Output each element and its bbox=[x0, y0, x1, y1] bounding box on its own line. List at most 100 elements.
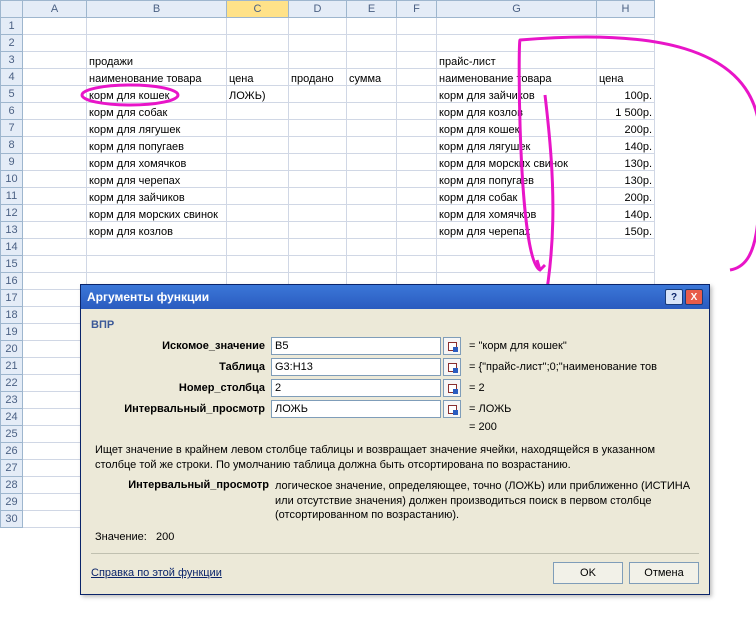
cell-A7[interactable] bbox=[23, 120, 87, 137]
arg2-ref-button[interactable] bbox=[443, 358, 461, 376]
cell-E6[interactable] bbox=[347, 103, 397, 120]
cell-A18[interactable] bbox=[23, 307, 87, 324]
cell-B6[interactable]: корм для собак bbox=[87, 103, 227, 120]
cell-D13[interactable] bbox=[289, 222, 347, 239]
cell-B15[interactable] bbox=[87, 256, 227, 273]
cell-C15[interactable] bbox=[227, 256, 289, 273]
col-header-H[interactable]: H bbox=[597, 1, 655, 18]
cell-A2[interactable] bbox=[23, 35, 87, 52]
col-header-F[interactable]: F bbox=[397, 1, 437, 18]
arg3-ref-button[interactable] bbox=[443, 379, 461, 397]
row-header-29[interactable]: 29 bbox=[1, 494, 23, 511]
cell-F6[interactable] bbox=[397, 103, 437, 120]
cell-G12[interactable]: корм для хомячков bbox=[437, 205, 597, 222]
cell-A13[interactable] bbox=[23, 222, 87, 239]
row-header-26[interactable]: 26 bbox=[1, 443, 23, 460]
cell-G5[interactable]: корм для зайчиков bbox=[437, 86, 597, 103]
select-all-corner[interactable] bbox=[1, 1, 23, 18]
cell-C13[interactable] bbox=[227, 222, 289, 239]
cell-A17[interactable] bbox=[23, 290, 87, 307]
row-header-10[interactable]: 10 bbox=[1, 171, 23, 188]
arg4-input[interactable] bbox=[271, 400, 441, 418]
cell-D10[interactable] bbox=[289, 171, 347, 188]
cell-H9[interactable]: 130р. bbox=[597, 154, 655, 171]
row-header-21[interactable]: 21 bbox=[1, 358, 23, 375]
row-header-5[interactable]: 5 bbox=[1, 86, 23, 103]
cell-D14[interactable] bbox=[289, 239, 347, 256]
row-header-7[interactable]: 7 bbox=[1, 120, 23, 137]
cell-A25[interactable] bbox=[23, 426, 87, 443]
cell-G15[interactable] bbox=[437, 256, 597, 273]
cell-D4[interactable]: продано bbox=[289, 69, 347, 86]
cell-F15[interactable] bbox=[397, 256, 437, 273]
cell-A6[interactable] bbox=[23, 103, 87, 120]
cell-A15[interactable] bbox=[23, 256, 87, 273]
cell-G3[interactable]: прайс-лист bbox=[437, 52, 597, 69]
cell-D1[interactable] bbox=[289, 18, 347, 35]
cell-D15[interactable] bbox=[289, 256, 347, 273]
arg1-input[interactable] bbox=[271, 337, 441, 355]
cell-E10[interactable] bbox=[347, 171, 397, 188]
cell-G9[interactable]: корм для морских свинок bbox=[437, 154, 597, 171]
cell-E7[interactable] bbox=[347, 120, 397, 137]
cell-C10[interactable] bbox=[227, 171, 289, 188]
cell-G14[interactable] bbox=[437, 239, 597, 256]
row-header-25[interactable]: 25 bbox=[1, 426, 23, 443]
cell-H3[interactable] bbox=[597, 52, 655, 69]
cell-E2[interactable] bbox=[347, 35, 397, 52]
row-header-14[interactable]: 14 bbox=[1, 239, 23, 256]
cell-F7[interactable] bbox=[397, 120, 437, 137]
cell-B12[interactable]: корм для морских свинок bbox=[87, 205, 227, 222]
cell-B5[interactable]: корм для кошек bbox=[87, 86, 227, 103]
cell-E9[interactable] bbox=[347, 154, 397, 171]
cell-A1[interactable] bbox=[23, 18, 87, 35]
arg3-input[interactable] bbox=[271, 379, 441, 397]
row-header-15[interactable]: 15 bbox=[1, 256, 23, 273]
cell-A9[interactable] bbox=[23, 154, 87, 171]
cell-H14[interactable] bbox=[597, 239, 655, 256]
col-header-G[interactable]: G bbox=[437, 1, 597, 18]
cell-A23[interactable] bbox=[23, 392, 87, 409]
row-header-28[interactable]: 28 bbox=[1, 477, 23, 494]
cell-F10[interactable] bbox=[397, 171, 437, 188]
cell-H8[interactable]: 140р. bbox=[597, 137, 655, 154]
cell-A8[interactable] bbox=[23, 137, 87, 154]
cell-A28[interactable] bbox=[23, 477, 87, 494]
cell-B9[interactable]: корм для хомячков bbox=[87, 154, 227, 171]
row-header-23[interactable]: 23 bbox=[1, 392, 23, 409]
arg4-ref-button[interactable] bbox=[443, 400, 461, 418]
cell-B8[interactable]: корм для попугаев bbox=[87, 137, 227, 154]
cell-F5[interactable] bbox=[397, 86, 437, 103]
row-header-2[interactable]: 2 bbox=[1, 35, 23, 52]
cell-F1[interactable] bbox=[397, 18, 437, 35]
cell-G10[interactable]: корм для попугаев bbox=[437, 171, 597, 188]
cell-C11[interactable] bbox=[227, 188, 289, 205]
cell-H5[interactable]: 100р. bbox=[597, 86, 655, 103]
cell-A29[interactable] bbox=[23, 494, 87, 511]
cell-A16[interactable] bbox=[23, 273, 87, 290]
cell-G4[interactable]: наименование товара bbox=[437, 69, 597, 86]
cell-F14[interactable] bbox=[397, 239, 437, 256]
arg2-input[interactable] bbox=[271, 358, 441, 376]
col-header-A[interactable]: A bbox=[23, 1, 87, 18]
row-header-20[interactable]: 20 bbox=[1, 341, 23, 358]
col-header-E[interactable]: E bbox=[347, 1, 397, 18]
cell-B14[interactable] bbox=[87, 239, 227, 256]
cell-H15[interactable] bbox=[597, 256, 655, 273]
cell-D7[interactable] bbox=[289, 120, 347, 137]
cell-C4[interactable]: цена bbox=[227, 69, 289, 86]
cell-A10[interactable] bbox=[23, 171, 87, 188]
row-header-24[interactable]: 24 bbox=[1, 409, 23, 426]
cell-F13[interactable] bbox=[397, 222, 437, 239]
row-header-12[interactable]: 12 bbox=[1, 205, 23, 222]
cell-G6[interactable]: корм для козлов bbox=[437, 103, 597, 120]
row-header-11[interactable]: 11 bbox=[1, 188, 23, 205]
row-header-9[interactable]: 9 bbox=[1, 154, 23, 171]
cell-C9[interactable] bbox=[227, 154, 289, 171]
row-header-4[interactable]: 4 bbox=[1, 69, 23, 86]
cell-E4[interactable]: сумма bbox=[347, 69, 397, 86]
cell-B11[interactable]: корм для зайчиков bbox=[87, 188, 227, 205]
cell-B7[interactable]: корм для лягушек bbox=[87, 120, 227, 137]
cell-G13[interactable]: корм для черепах bbox=[437, 222, 597, 239]
cell-A22[interactable] bbox=[23, 375, 87, 392]
